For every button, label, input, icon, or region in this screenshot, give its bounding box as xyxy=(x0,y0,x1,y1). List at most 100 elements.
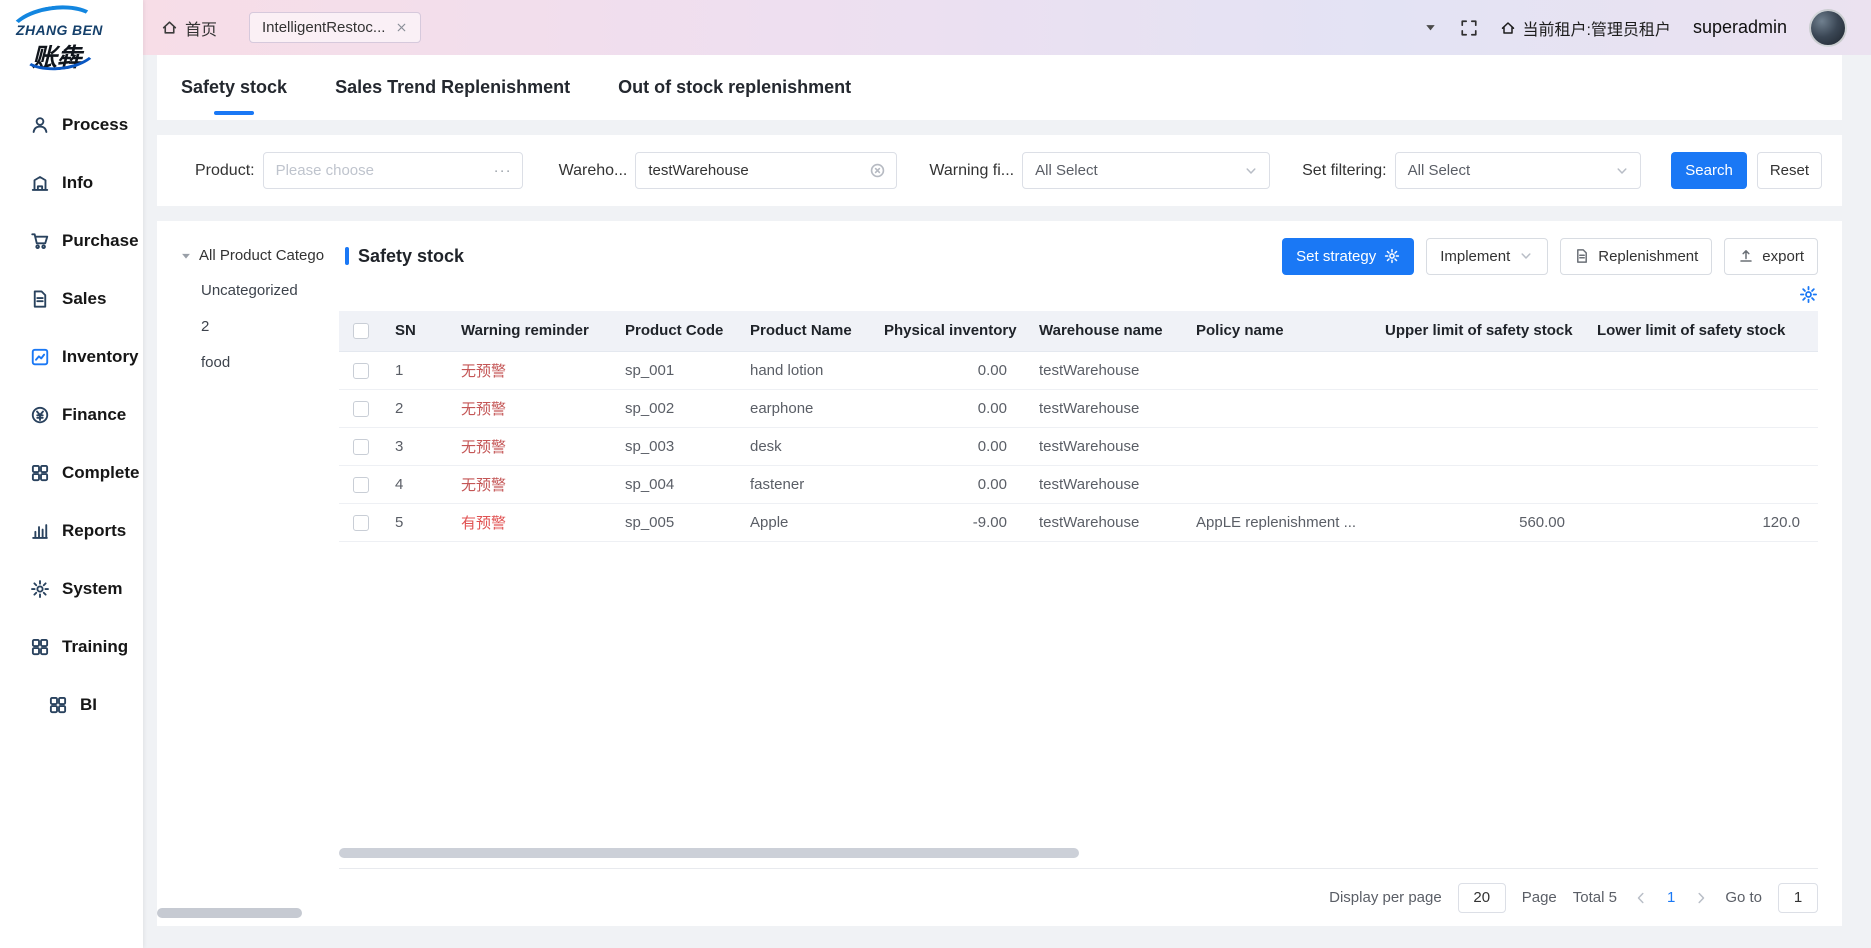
row-checkbox[interactable] xyxy=(353,439,369,455)
nav-item-icon xyxy=(30,347,50,367)
table-row[interactable]: 4 无预警 sp_004 fastener 0.00 testWarehouse xyxy=(339,465,1818,503)
sidebar-item[interactable]: Complete xyxy=(0,444,143,502)
chevron-down-icon xyxy=(1243,163,1259,179)
row-checkbox[interactable] xyxy=(353,515,369,531)
sidebar-item[interactable]: Info xyxy=(0,154,143,212)
product-label: Product: xyxy=(195,162,255,180)
warehouse-field[interactable] xyxy=(635,152,897,189)
nav-item-label: Inventory xyxy=(62,347,139,367)
page-size-input[interactable] xyxy=(1458,883,1506,913)
scrollbar-thumb[interactable] xyxy=(339,848,1079,858)
cell-sn: 3 xyxy=(381,427,447,465)
tab-label: Sales Trend Replenishment xyxy=(335,77,570,98)
current-page[interactable]: 1 xyxy=(1665,889,1677,906)
column-header[interactable]: Product Name xyxy=(736,311,870,351)
nav-item-icon xyxy=(30,115,50,135)
column-header[interactable]: SN xyxy=(381,311,447,351)
nav-item-label: Complete xyxy=(62,463,139,483)
goto-page-input[interactable] xyxy=(1778,883,1818,913)
table-row[interactable]: 3 无预警 sp_003 desk 0.00 testWarehouse xyxy=(339,427,1818,465)
document-icon xyxy=(1574,248,1590,264)
cell-physical-inventory: 0.00 xyxy=(870,465,1025,503)
cell-policy-name xyxy=(1182,427,1371,465)
column-header[interactable]: Product Code xyxy=(611,311,736,351)
row-checkbox[interactable] xyxy=(353,363,369,379)
sidebar-item[interactable]: System xyxy=(0,560,143,618)
cell-lower-limit: 120.0 xyxy=(1583,503,1818,541)
column-header[interactable]: Upper limit of safety stock xyxy=(1371,311,1583,351)
row-checkbox-cell xyxy=(339,389,381,427)
tenant-label: 当前租户:管理员租户 xyxy=(1522,16,1670,40)
search-button[interactable]: Search xyxy=(1671,152,1747,189)
product-input[interactable] xyxy=(276,162,490,179)
cell-warehouse-name: testWarehouse xyxy=(1025,503,1182,541)
row-checkbox[interactable] xyxy=(353,401,369,417)
tab[interactable]: Safety stock xyxy=(179,55,289,120)
next-page-icon[interactable] xyxy=(1693,890,1709,906)
select-all-checkbox[interactable] xyxy=(353,323,369,339)
column-settings-row xyxy=(339,277,1818,311)
implement-button[interactable]: Implement xyxy=(1426,238,1548,275)
column-header[interactable]: Lower limit of safety stock xyxy=(1583,311,1818,351)
tab[interactable]: Sales Trend Replenishment xyxy=(333,55,572,120)
tree-item[interactable]: food xyxy=(179,344,331,380)
table-row[interactable]: 5 有预警 sp_005 Apple -9.00 testWarehouse A… xyxy=(339,503,1818,541)
sidebar-item[interactable]: Process xyxy=(0,96,143,154)
category-tree: All Product Catego Uncategorized 2 food xyxy=(157,221,335,926)
cell-upper-limit xyxy=(1371,389,1583,427)
tree-item[interactable]: Uncategorized xyxy=(179,272,331,308)
avatar[interactable] xyxy=(1809,9,1847,47)
page-horizontal-scrollbar[interactable] xyxy=(157,908,302,918)
set-strategy-button[interactable]: Set strategy xyxy=(1282,238,1414,275)
tree-root[interactable]: All Product Catego xyxy=(179,247,331,264)
fullscreen-icon[interactable] xyxy=(1460,19,1478,37)
warehouse-input[interactable] xyxy=(648,162,864,179)
tab[interactable]: Out of stock replenishment xyxy=(616,55,853,120)
tree-item[interactable]: 2 xyxy=(179,308,331,344)
replenishment-button[interactable]: Replenishment xyxy=(1560,238,1712,275)
breadcrumb-home[interactable]: 首页 xyxy=(161,16,217,40)
column-header[interactable]: Physical inventory xyxy=(870,311,1025,351)
sidebar-item[interactable]: Training xyxy=(0,618,143,676)
close-icon[interactable] xyxy=(395,21,408,34)
product-field[interactable]: ··· xyxy=(263,152,523,189)
nav-item-icon xyxy=(30,289,50,309)
cell-product-code: sp_004 xyxy=(611,465,736,503)
filter-bar: Product: ··· Wareho... Warning fi... All… xyxy=(157,135,1842,206)
grid-area: Safety stock Set strategy Implement xyxy=(335,221,1842,926)
sidebar-item[interactable]: Reports xyxy=(0,502,143,560)
sidebar-item[interactable]: Inventory xyxy=(0,328,143,386)
panel-title: Safety stock xyxy=(339,246,464,267)
sidebar-item[interactable]: Finance xyxy=(0,386,143,444)
cell-product-code: sp_002 xyxy=(611,389,736,427)
column-settings-gear-icon[interactable] xyxy=(1799,285,1818,304)
caret-down-icon[interactable] xyxy=(1423,20,1438,35)
table-row[interactable]: 2 无预警 sp_002 earphone 0.00 testWarehouse xyxy=(339,389,1818,427)
route-tab[interactable]: IntelligentRestoc... xyxy=(249,12,421,43)
chevron-down-icon xyxy=(1518,248,1534,264)
set-filtering-select[interactable]: All Select xyxy=(1395,152,1641,189)
more-icon[interactable]: ··· xyxy=(494,162,512,179)
tree-items: Uncategorized 2 food xyxy=(179,272,331,380)
caret-down-icon xyxy=(179,249,193,263)
warehouse-label: Wareho... xyxy=(559,162,628,180)
topbar: 首页 IntelligentRestoc... 当前租户:管理员租户 super… xyxy=(143,0,1871,55)
prev-page-icon[interactable] xyxy=(1633,890,1649,906)
nav-item-icon xyxy=(30,173,50,193)
sidebar-item[interactable]: Sales xyxy=(0,270,143,328)
reset-button[interactable]: Reset xyxy=(1757,152,1822,189)
export-button[interactable]: export xyxy=(1724,238,1818,275)
cell-policy-name xyxy=(1182,351,1371,389)
column-header[interactable]: Policy name xyxy=(1182,311,1371,351)
sidebar: ZHANG BEN 账犇 Process Info Purchase xyxy=(0,0,143,948)
column-header[interactable]: Warning reminder xyxy=(447,311,611,351)
clear-icon[interactable] xyxy=(869,162,886,179)
warning-filter-select[interactable]: All Select xyxy=(1022,152,1270,189)
sidebar-item[interactable]: BI xyxy=(0,676,143,734)
implement-label: Implement xyxy=(1440,248,1510,265)
column-header[interactable]: Warehouse name xyxy=(1025,311,1182,351)
row-checkbox[interactable] xyxy=(353,477,369,493)
sidebar-item[interactable]: Purchase xyxy=(0,212,143,270)
table-row[interactable]: 1 无预警 sp_001 hand lotion 0.00 testWareho… xyxy=(339,351,1818,389)
panel-header: Safety stock Set strategy Implement xyxy=(339,235,1818,277)
